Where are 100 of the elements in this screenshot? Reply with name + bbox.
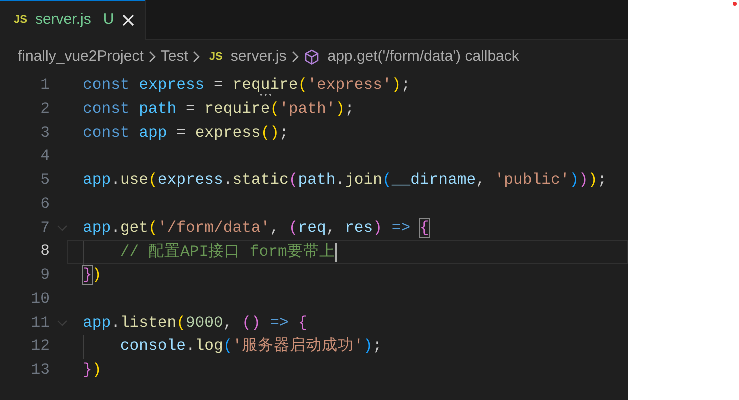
function-name: get [120,218,149,236]
notification-dot [733,2,737,6]
variable-name: path [298,171,336,189]
tab-label: server.js [35,10,92,30]
bracket: ) [336,100,346,118]
matched-bracket: { [420,218,430,236]
matched-bracket: } [83,266,92,284]
line-number: 2 [40,98,50,120]
keyword: => [390,218,412,236]
bracket: ) [570,171,580,189]
bracket: ( [270,100,280,118]
bracket: () [260,124,280,142]
variable-name: __dirname [392,171,476,189]
punctuation: . [223,171,233,189]
line-number: 10 [30,288,50,310]
punctuation: . [111,314,120,332]
punctuation: . [186,337,196,356]
line-number: 9 [40,265,50,286]
variable-name: res [345,218,374,236]
variable-name: path [139,100,177,118]
line-number: 1 [40,75,50,96]
punctuation: , [476,171,486,189]
variable-name: console [120,337,186,356]
line-number: 11 [30,312,50,334]
keyword: const [83,100,131,118]
bracket: ( [176,314,186,332]
line-number: 4 [40,146,50,168]
punctuation: ; [372,337,382,356]
chevron-icon [290,50,300,64]
string-literal: '服务器启动成功' [232,337,364,356]
bracket: ( [223,337,233,356]
bracket: ( [148,218,158,236]
punctuation: = [176,124,187,142]
bracket: } [83,361,92,379]
variable-name: express [139,76,205,94]
bracket: ) [373,218,382,236]
punctuation: = [184,100,196,118]
string-literal: 'express' [308,76,392,94]
string-literal: 'public' [494,171,570,189]
code-comment: // 配置API接口 form要带上 [120,243,336,262]
function-name: listen [120,314,177,332]
string-literal: 'path' [280,100,336,118]
breadcrumb-item[interactable]: app.get('/form/data') callback [328,46,520,68]
js-file-icon: JS [14,12,28,29]
close-icon[interactable] [122,14,136,27]
bracket: ) [363,337,373,356]
bracket: ) [392,76,402,94]
keyword: => [269,314,290,332]
function-name: join [345,171,382,189]
line-number: 3 [40,122,50,144]
variable-name: app [83,218,112,236]
function-name: require [204,100,270,118]
bracket: ( [288,218,298,236]
bracket: () [242,314,261,332]
punctuation: ; [280,124,289,142]
chevron-icon [148,50,157,64]
line-number: 12 [30,336,50,358]
breadcrumb-item[interactable]: Test [160,46,188,68]
line-number: 13 [30,360,50,381]
line-number: 5 [40,170,50,191]
punctuation: . [336,171,346,189]
function-name: static [232,171,289,189]
keyword: const [83,76,131,94]
function-name: express [195,124,261,142]
function-name: require [232,76,298,94]
function-name: log [195,337,224,356]
punctuation: . [111,218,120,236]
bracket: ) [92,266,102,284]
keyword: const [83,124,131,142]
punctuation: . [111,171,120,189]
line-number: 8 [40,241,50,262]
fold-chevron-icon[interactable] [57,224,68,232]
punctuation: ; [598,171,608,189]
fold-chevron-icon[interactable] [57,320,68,327]
variable-name: app [83,171,112,189]
variable-name: app [83,314,112,332]
bracket: { [298,314,308,332]
variable-name: req [298,218,326,236]
punctuation: ; [345,100,354,118]
punctuation: = [213,76,224,94]
breadcrumb-item[interactable]: finally_vue2Project [18,46,144,68]
bracket: ( [148,171,158,189]
cube-icon [304,48,320,66]
number-literal: 9000 [186,314,224,332]
git-status: U [103,10,114,30]
variable-name: app [139,124,168,142]
punctuation: , [270,218,281,236]
punctuation: , [223,314,234,332]
editor-tab[interactable]: JS server.js U [0,0,146,40]
bracket: ( [288,171,298,189]
breadcrumb-item[interactable]: server.js [230,46,287,68]
bracket: ( [382,171,392,189]
bracket: ( [298,76,308,94]
string-literal: '/form/data' [158,218,270,236]
punctuation: , [326,218,337,236]
bracket: ) [92,361,102,379]
punctuation: ; [401,76,411,94]
line-number: 6 [40,194,50,215]
text-cursor [335,242,338,262]
variable-name: express [158,171,224,189]
